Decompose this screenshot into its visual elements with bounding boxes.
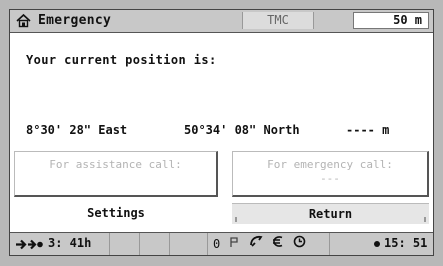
emergency-call-label: For emergency call: xyxy=(267,158,393,171)
latitude-value: 50°34' 08" North xyxy=(184,123,300,137)
position-heading: Your current position is: xyxy=(26,53,217,67)
longitude-value: 8°30' 28" East xyxy=(26,123,128,137)
emergency-screen: Emergency TMC 50 m Your current position… xyxy=(9,9,434,256)
title-bar: Emergency TMC 50 m xyxy=(10,10,433,33)
emergency-call-button[interactable]: For emergency call: --- xyxy=(232,151,429,197)
status-cell-blank-3 xyxy=(170,233,208,255)
status-cell-blank-2 xyxy=(140,233,170,255)
clock-dot-icon xyxy=(374,241,380,247)
status-bar: 3: 41h 0 15: 51 xyxy=(10,232,433,255)
direction-arrow-icon xyxy=(16,239,43,250)
tmc-indicator: TMC xyxy=(242,12,314,29)
phone-icon xyxy=(249,235,263,254)
eta-readout: 3: 41h xyxy=(48,236,92,250)
euro-icon xyxy=(272,235,284,254)
antenna-icon xyxy=(229,235,239,254)
distance-readout: 50 m xyxy=(353,12,429,29)
clock-readout: 15: 51 xyxy=(384,236,428,250)
status-icons: 0 xyxy=(213,235,306,254)
emergency-call-number: --- xyxy=(320,172,340,185)
settings-button[interactable]: Settings xyxy=(14,203,218,223)
home-icon xyxy=(16,13,31,28)
status-cell-blank-1 xyxy=(110,233,140,255)
assistance-call-label: For assistance call: xyxy=(49,158,182,171)
clock-icon xyxy=(293,235,306,254)
return-button[interactable]: Return xyxy=(232,203,429,224)
signal-count: 0 xyxy=(213,237,221,251)
page-title: Emergency xyxy=(38,13,112,28)
altitude-value: ---- m xyxy=(346,123,390,137)
assistance-call-button[interactable]: For assistance call: xyxy=(14,151,218,197)
